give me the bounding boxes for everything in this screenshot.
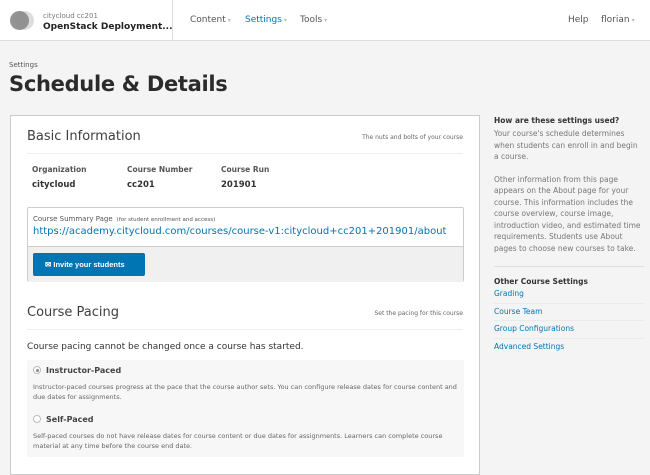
sidebar-heading: How are these settings used?: [494, 116, 620, 125]
self-paced-label[interactable]: Self-Paced: [46, 415, 94, 424]
course-run-value: 201901: [221, 180, 257, 190]
link-group-configurations[interactable]: Group Configurations: [494, 321, 644, 339]
link-course-team[interactable]: Course Team: [494, 304, 644, 321]
help-link[interactable]: Help: [568, 15, 589, 25]
divider: [172, 0, 173, 41]
chevron-down-icon: ▾: [631, 17, 635, 24]
breadcrumb: Settings: [9, 61, 38, 69]
summary-label: Course Summary Page (for student enrollme…: [33, 215, 216, 223]
divider: [27, 153, 463, 154]
sidebar-help: How are these settings used? Your course…: [494, 116, 644, 356]
link-grading[interactable]: Grading: [494, 286, 644, 304]
organization-label: Organization: [32, 165, 87, 174]
sidebar-paragraph: Your course's schedule determines when s…: [494, 129, 638, 161]
instructor-paced-label[interactable]: Instructor-Paced: [46, 366, 121, 375]
course-org: citycloud cc201: [43, 12, 98, 20]
nav-tools[interactable]: Tools ▾: [300, 15, 327, 25]
course-run-label: Course Run: [221, 165, 270, 174]
course-pacing-subtitle: Set the pacing for this course: [374, 310, 463, 317]
course-number-value: cc201: [127, 180, 155, 190]
link-advanced-settings[interactable]: Advanced Settings: [494, 339, 644, 357]
course-pacing-heading: Course Pacing: [27, 305, 119, 320]
course-summary-box: Course Summary Page (for student enrollme…: [27, 207, 464, 282]
self-paced-radio[interactable]: [33, 415, 41, 423]
course-number-label: Course Number: [127, 165, 193, 174]
pacing-options: Instructor-Paced Instructor-paced course…: [27, 360, 464, 457]
basic-info-heading: Basic Information: [27, 129, 141, 144]
page-title: Schedule & Details: [9, 72, 228, 96]
course-name[interactable]: OpenStack Deployment...: [43, 22, 173, 32]
chevron-down-icon: ▾: [227, 17, 231, 24]
chevron-down-icon: ▾: [324, 17, 328, 24]
invite-students-button[interactable]: ✉ Invite your students: [33, 253, 145, 276]
nav-settings[interactable]: Settings ▾: [245, 15, 287, 25]
divider: [494, 266, 644, 267]
logo-icon[interactable]: [10, 11, 34, 31]
instructor-paced-desc: Instructor-paced courses progress at the…: [33, 383, 457, 401]
user-menu[interactable]: florian ▾: [601, 15, 635, 25]
divider: [27, 329, 463, 330]
organization-value: citycloud: [32, 180, 76, 190]
nav-content[interactable]: Content ▾: [190, 15, 231, 25]
other-settings-heading: Other Course Settings: [494, 277, 588, 286]
chevron-down-icon: ▾: [283, 17, 287, 24]
settings-card: Basic Information The nuts and bolts of …: [10, 115, 480, 475]
sidebar-paragraph: Other information from this page appears…: [494, 174, 641, 253]
pacing-note: Course pacing cannot be changed once a c…: [27, 342, 304, 352]
top-header: citycloud cc201 OpenStack Deployment... …: [0, 0, 650, 41]
self-paced-desc: Self-paced courses do not have release d…: [33, 432, 443, 450]
instructor-paced-radio[interactable]: [33, 366, 41, 374]
summary-url-link[interactable]: https://academy.citycloud.com/courses/co…: [33, 226, 446, 237]
basic-info-subtitle: The nuts and bolts of your course: [362, 134, 463, 141]
summary-footer: ✉ Invite your students: [28, 246, 463, 282]
